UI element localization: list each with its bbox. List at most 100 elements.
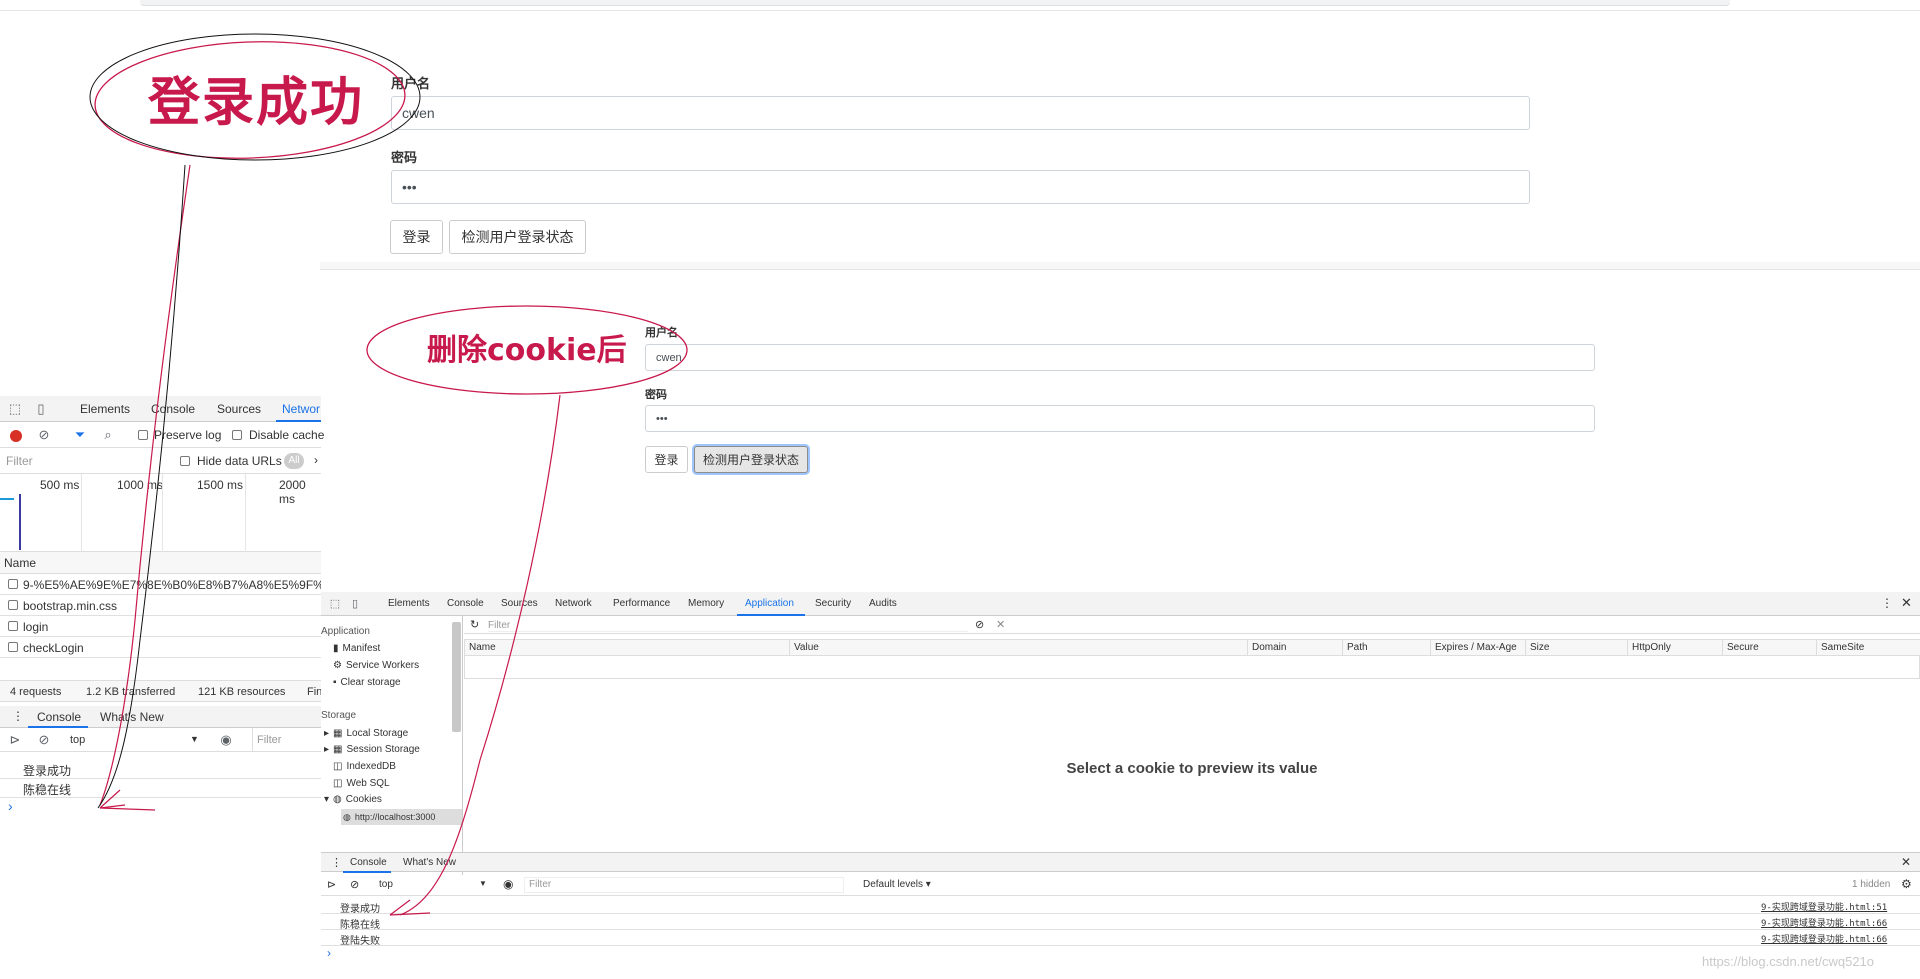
hide-data-urls-checkbox[interactable] bbox=[180, 456, 190, 466]
drawer-menu-icon[interactable]: ⋮ bbox=[12, 709, 24, 723]
check-login-button[interactable]: 检测用户登录状态 bbox=[449, 220, 586, 254]
record-icon[interactable] bbox=[10, 430, 22, 442]
more-filters-icon[interactable]: › bbox=[314, 453, 318, 467]
clear-icon[interactable]: ⊘ bbox=[37, 427, 51, 442]
log-levels-dropdown[interactable]: Default levels ▾ bbox=[863, 879, 931, 890]
col-name[interactable]: Name bbox=[465, 640, 790, 656]
login-button[interactable]: 登录 bbox=[390, 220, 443, 254]
more-menu-icon[interactable]: ⋮ bbox=[1881, 596, 1893, 610]
eye-icon[interactable]: ◉ bbox=[218, 732, 234, 747]
sidebar-item-clear-storage[interactable]: ▪ Clear storage bbox=[333, 677, 401, 688]
sidebar-item-web-sql[interactable]: ◫ Web SQL bbox=[333, 778, 390, 789]
username-input-2[interactable]: cwen bbox=[645, 344, 1595, 371]
name-column-header[interactable]: Name bbox=[4, 556, 36, 570]
device-toggle-icon[interactable]: ▯ bbox=[349, 597, 361, 610]
tab-memory[interactable]: Memory bbox=[688, 598, 724, 609]
sidebar-item-service-workers[interactable]: ⚙ Service Workers bbox=[333, 660, 419, 671]
chevron-down-icon[interactable]: ▼ bbox=[479, 879, 487, 888]
tab-network[interactable]: Networ bbox=[282, 402, 320, 416]
console-filter-input[interactable]: Filter bbox=[257, 734, 281, 746]
device-toggle-icon[interactable]: ▯ bbox=[34, 401, 48, 416]
delete-selected-icon[interactable]: ✕ bbox=[996, 618, 1005, 631]
preserve-log-checkbox[interactable] bbox=[138, 430, 148, 440]
request-row[interactable]: bootstrap.min.css bbox=[0, 595, 321, 616]
console-filter-input[interactable]: Filter bbox=[524, 877, 844, 893]
cookie-toolbar: ↻ Filter ⊘ ✕ bbox=[464, 616, 1920, 634]
col-samesite[interactable]: SameSite bbox=[1817, 640, 1920, 656]
col-path[interactable]: Path bbox=[1343, 640, 1431, 656]
tab-network[interactable]: Network bbox=[555, 598, 592, 609]
context-select[interactable]: top bbox=[379, 879, 393, 890]
sidebar-toggle-icon[interactable]: ⊳ bbox=[8, 732, 22, 747]
gear-icon: ⚙ bbox=[333, 660, 342, 671]
clear-console-icon[interactable]: ⊘ bbox=[37, 732, 51, 747]
close-icon[interactable]: ✕ bbox=[1901, 595, 1912, 611]
username-input[interactable]: cwen bbox=[391, 96, 1530, 130]
tab-performance[interactable]: Performance bbox=[613, 598, 670, 609]
context-select[interactable]: top bbox=[70, 734, 85, 746]
summary-finish: Fin bbox=[307, 686, 321, 698]
settings-icon[interactable]: ⚙ bbox=[1901, 877, 1912, 891]
eye-icon[interactable]: ◉ bbox=[503, 877, 513, 891]
close-drawer-icon[interactable]: ✕ bbox=[1901, 855, 1911, 869]
col-domain[interactable]: Domain bbox=[1248, 640, 1343, 656]
file-icon bbox=[8, 621, 18, 631]
tab-elements[interactable]: Elements bbox=[80, 402, 130, 416]
filter-icon[interactable]: ⏷ bbox=[73, 427, 87, 442]
source-link[interactable]: 9-实现跨域登录功能.html:66 bbox=[1761, 932, 1887, 945]
all-filter-badge[interactable]: All bbox=[284, 453, 304, 469]
clear-all-icon[interactable]: ⊘ bbox=[975, 618, 984, 631]
drawer-tab-whats-new[interactable]: What's New bbox=[403, 857, 456, 868]
sidebar-item-cookies[interactable]: ▾ ◍ Cookies bbox=[324, 794, 382, 805]
login-button-2[interactable]: 登录 bbox=[645, 446, 688, 473]
col-value[interactable]: Value bbox=[790, 640, 1248, 656]
refresh-icon[interactable]: ↻ bbox=[470, 618, 479, 631]
password-label-2: 密码 bbox=[645, 388, 667, 401]
sidebar-section-storage: Storage bbox=[321, 710, 357, 721]
col-expires[interactable]: Expires / Max-Age bbox=[1431, 640, 1526, 656]
drawer-tab-console[interactable]: Console bbox=[350, 857, 387, 868]
tab-sources[interactable]: Sources bbox=[501, 598, 538, 609]
sidebar-toggle-icon[interactable]: ⊳ bbox=[327, 878, 336, 891]
clear-console-icon[interactable]: ⊘ bbox=[350, 878, 359, 891]
password-input-2[interactable]: ••• bbox=[645, 405, 1595, 432]
cookie-preview-message: Select a cookie to preview its value bbox=[1066, 760, 1318, 777]
source-link[interactable]: 9-实现跨域登录功能.html:51 bbox=[1761, 900, 1887, 913]
tab-application[interactable]: Application bbox=[745, 598, 794, 609]
tab-elements[interactable]: Elements bbox=[388, 598, 430, 609]
network-filter-input[interactable]: Filter bbox=[6, 454, 33, 468]
drawer-tab-console[interactable]: Console bbox=[37, 710, 81, 724]
sidebar-item-manifest[interactable]: ▮ Manifest bbox=[333, 643, 380, 654]
col-secure[interactable]: Secure bbox=[1723, 640, 1817, 656]
cookie-filter-input[interactable]: Filter bbox=[488, 620, 968, 632]
tab-console[interactable]: Console bbox=[151, 402, 195, 416]
password-input[interactable]: ••• bbox=[391, 170, 1530, 204]
request-row[interactable]: login bbox=[0, 616, 321, 637]
drawer-menu-icon[interactable]: ⋮ bbox=[331, 856, 342, 869]
disable-cache-checkbox[interactable] bbox=[232, 430, 242, 440]
col-size[interactable]: Size bbox=[1526, 640, 1628, 656]
request-row[interactable]: checkLogin bbox=[0, 637, 321, 658]
col-httponly[interactable]: HttpOnly bbox=[1628, 640, 1723, 656]
search-icon[interactable]: ⌕ bbox=[101, 427, 115, 442]
request-row[interactable]: 9-%E5%AE%9E%E7%8E%B0%E8%B7%A8%E5%9F%9F%E bbox=[0, 574, 321, 595]
tab-sources[interactable]: Sources bbox=[217, 402, 261, 416]
tab-audits[interactable]: Audits bbox=[869, 598, 897, 609]
console-prompt[interactable]: › bbox=[327, 946, 331, 960]
console-prompt[interactable]: › bbox=[8, 798, 13, 814]
sidebar-item-local-storage[interactable]: ▸ ▦ Local Storage bbox=[324, 728, 408, 739]
console-message-text: 登录成功 bbox=[340, 904, 380, 915]
source-link[interactable]: 9-实现跨域登录功能.html:66 bbox=[1761, 916, 1887, 929]
inspect-icon[interactable]: ⬚ bbox=[8, 401, 22, 416]
scrollbar[interactable] bbox=[452, 622, 461, 732]
drawer-tab-whats-new[interactable]: What's New bbox=[100, 710, 164, 724]
tab-security[interactable]: Security bbox=[815, 598, 851, 609]
check-login-button-2[interactable]: 检测用户登录状态 bbox=[694, 446, 808, 473]
inspect-icon[interactable]: ⬚ bbox=[329, 597, 341, 610]
sidebar-item-session-storage[interactable]: ▸ ▦ Session Storage bbox=[324, 744, 420, 755]
trash-icon: ▪ bbox=[333, 677, 337, 688]
chevron-down-icon[interactable]: ▼ bbox=[190, 734, 199, 744]
sidebar-item-cookie-origin[interactable]: ◍ http://localhost:3000 bbox=[341, 809, 462, 825]
tab-console[interactable]: Console bbox=[447, 598, 484, 609]
sidebar-item-indexeddb[interactable]: ◫ IndexedDB bbox=[333, 761, 396, 772]
